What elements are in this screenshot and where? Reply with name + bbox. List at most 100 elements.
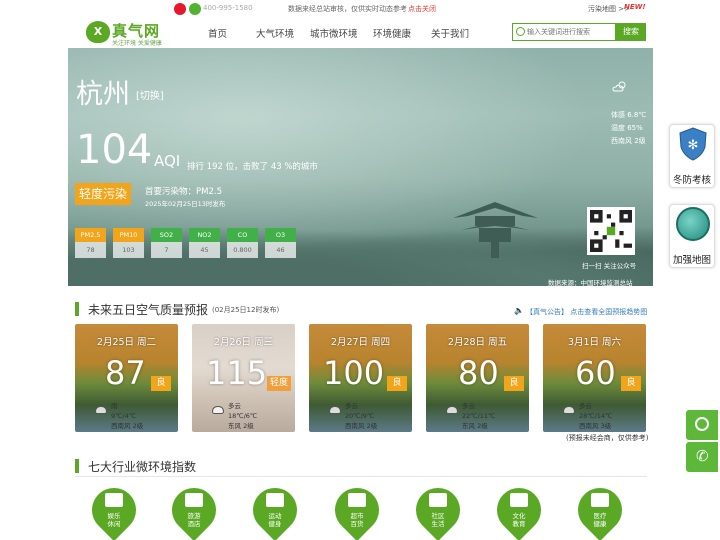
forecast-wind: 东风 2级 [462,422,488,430]
qr-caption: 扫一扫 关注公众号 [582,262,637,270]
weather-feels: 体感 6.8℃ [611,111,647,119]
forecast-wind: 东风 2级 [228,422,254,430]
pollutant-label: PM2.5 [75,228,106,242]
forecast-card-day3[interactable]: 2月27日 周四 100 良 多云 20℃/9℃ 西南风 2级 [309,324,412,432]
nav-home[interactable]: 首页 [208,26,227,40]
shield-icon: ✻ [679,127,707,161]
phone-icon: ✆ [696,447,709,465]
forecast-card-day5[interactable]: 3月1日 周六 60 良 多云 28℃/14℃ 西南风 3级 [543,324,646,432]
forecast-title: 未来五日空气质量预报 [88,303,209,317]
notice-close-link[interactable]: 点击关闭 [408,4,436,14]
customer-service-button[interactable] [686,410,718,440]
aqi-value: 104 [76,127,153,173]
forecast-level: 良 [504,376,524,391]
cloud-icon [212,406,224,414]
logo-slogan: 关注环境 关爱健康 [112,40,162,47]
forecast-temp: 9℃/4℃ [111,412,137,420]
pollutant-label: SO2 [151,228,182,242]
forecast-date: 2月25日 周二 [96,337,157,348]
runner-icon [266,493,284,507]
forecast-weather: 多云 [462,402,475,410]
pollutant-value: 7 [151,242,182,258]
section-marker [75,302,79,316]
forecast-card-day1[interactable]: 2月25日 周二 87 良 雨 9℃/4℃ 西南风 2级 [75,324,178,432]
forecast-aqi: 87 [105,354,146,392]
partly-cloudy-icon [612,81,626,92]
phone-button[interactable]: ✆ [686,442,718,472]
bottles-icon [348,493,366,507]
industry-title: 七大行业微环境指数 [88,460,197,474]
hotline: 400-995-1580 [203,4,253,12]
pollutant-value: 78 [75,242,106,258]
section-marker [75,459,79,473]
headset-icon [695,417,709,431]
aqi-unit: AQI [154,152,181,170]
building-icon [429,493,447,507]
globe-icon [676,207,710,241]
nav-env-health[interactable]: 环境健康 [373,26,411,40]
nav-about[interactable]: 关于我们 [431,26,469,40]
luggage-icon [185,493,203,507]
pollutant-label: O3 [265,228,296,242]
people-icon [105,493,123,507]
industry-medical[interactable]: 医疗 健康 [568,478,632,540]
forecast-wind: 西南风 2级 [111,422,144,430]
data-source: 数据来源：中国环境监测总站 [548,279,633,286]
forecast-weather: 雨 [111,402,118,410]
forecast-published: (02月25日12时发布) [212,306,280,314]
nav-city-micro[interactable]: 城市微环境 [310,26,358,40]
pollutant-value: 46 [265,242,296,258]
forecast-weather: 多云 [579,402,592,410]
publish-time: 2025年02月25日13时发布 [145,200,226,208]
industry-education[interactable]: 文化 教育 [487,478,551,540]
forecast-level: 良 [151,376,171,391]
switch-city-link[interactable]: [切换] [136,87,164,102]
qr-code [587,207,635,255]
forecast-weather: 多云 [345,402,358,410]
search-button[interactable]: 搜索 [616,23,646,41]
speaker-icon: 🔈 [514,306,524,315]
forecast-wind: 西南风 3级 [579,422,612,430]
city-aqi-hero: 杭州 [切换] 104 AQI 排行 192 位，击败了 43 %的城市 轻度污… [68,48,653,286]
industry-entertainment[interactable]: 娱乐 休闲 [82,478,146,540]
industry-community[interactable]: 社区 生活 [406,478,470,540]
forecast-card-day4[interactable]: 2月28日 周五 80 良 多云 22℃/11℃ 东风 2级 [426,324,529,432]
enhanced-map-badge[interactable]: 加强地图 [669,204,715,268]
industry-label: 超市 百货 [350,512,364,528]
industry-label: 文化 教育 [512,512,526,528]
forecast-level: 良 [621,376,641,391]
weather-humidity: 湿度 65% [611,124,643,132]
winter-defense-label: 冬防考核 [673,175,712,186]
industry-tourism[interactable]: 旅游 酒店 [162,478,226,540]
forecast-aqi: 115 [206,354,268,392]
forecast-temp: 20℃/9℃ [345,412,375,420]
search-input[interactable] [527,25,615,39]
rain-icon [95,406,107,414]
logo-icon[interactable]: X [86,21,110,43]
enhanced-map-label: 加强地图 [673,255,712,266]
forecast-date: 2月26日 周三 [213,337,274,348]
new-badge: NEW! [624,3,646,11]
weibo-icon[interactable] [174,3,186,15]
forecast-temp: 22℃/11℃ [462,412,496,420]
forecast-card-day2[interactable]: 2月26日 周三 115 轻度 多云 18℃/6℃ 东风 2级 [192,324,295,432]
industry-label: 社区 生活 [431,512,445,528]
pollutant-label: NO2 [189,228,220,242]
forecast-level: 轻度 [267,376,291,391]
pollutant-label: CO [227,228,258,242]
forecast-date: 2月27日 周四 [330,337,391,348]
industry-label: 娱乐 休闲 [107,512,121,528]
weather-wind: 西南风 2级 [611,137,646,145]
industry-label: 医疗 健康 [593,512,607,528]
forecast-wind: 西南风 2级 [345,422,378,430]
industry-sports[interactable]: 运动 健身 [243,478,307,540]
industry-supermarket[interactable]: 超市 百货 [325,478,389,540]
wechat-icon[interactable] [189,3,201,15]
industry-label: 运动 健身 [268,512,282,528]
section-divider [75,476,647,477]
nav-atmosphere[interactable]: 大气环境 [256,26,294,40]
aqi-rank: 排行 192 位，击败了 43 %的城市 [187,162,318,172]
forecast-notice-link[interactable]: 【真气公告】 点击查看全国预报趋势图 [526,307,647,317]
forecast-aqi: 80 [458,354,499,392]
winter-defense-badge[interactable]: ✻ 冬防考核 [669,124,715,188]
